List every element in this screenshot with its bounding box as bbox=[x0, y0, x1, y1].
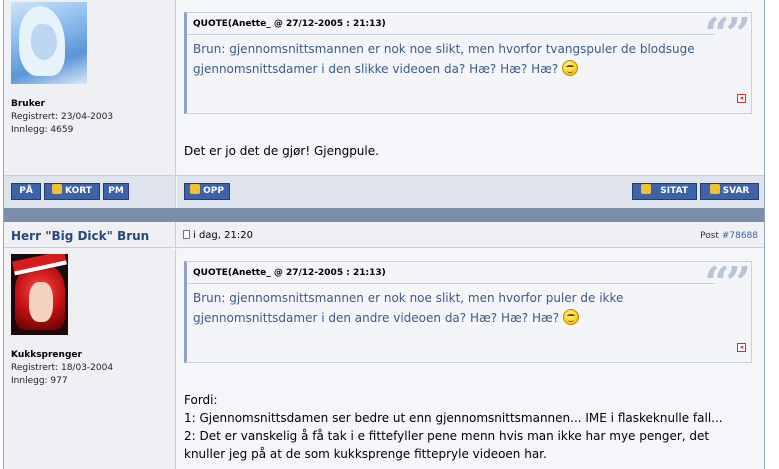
user-registered: Registrert: 18/03-2004 bbox=[11, 363, 114, 373]
on-button[interactable]: PÅ bbox=[11, 183, 41, 200]
post-2-header: Herr "Big Dick" Brun i dag, 21:20 Post #… bbox=[4, 222, 764, 248]
quote-text: Brun: gjennomsnittsmannen er nok noe sli… bbox=[193, 291, 624, 325]
post-2-user-panel: Kukksprenger Registrert: 18/03-2004 Innl… bbox=[4, 249, 176, 469]
quote-button[interactable]: SITAT bbox=[632, 183, 697, 200]
post-2-body: QUOTE(Anette_ @ 27/12-2005 : 21:13) “” B… bbox=[177, 249, 764, 469]
up-button[interactable]: OPP bbox=[184, 183, 230, 200]
post-separator bbox=[4, 208, 764, 222]
quote-box: QUOTE(Anette_ @ 27/12-2005 : 21:13) “” B… bbox=[184, 261, 752, 363]
user-rank: Bruker bbox=[11, 99, 45, 109]
post-action-bar: PÅ KORT PM OPP SITAT SVAR bbox=[4, 175, 764, 208]
quote-toggle-icon[interactable]: ◂ bbox=[737, 343, 746, 352]
user-registered: Registrert: 23/04-2003 bbox=[11, 112, 114, 122]
smiley-icon bbox=[562, 60, 579, 76]
post-1: Bruker Registrert: 23/04-2003 Innlegg: 4… bbox=[4, 0, 764, 175]
quote-icon bbox=[709, 184, 720, 194]
avatar bbox=[11, 2, 87, 84]
avatar bbox=[11, 254, 68, 335]
user-icon bbox=[52, 184, 63, 194]
quote-header: QUOTE(Anette_ @ 27/12-2005 : 21:13) bbox=[187, 13, 715, 35]
post-message: Det er jo det de gjør! Gjengpule. bbox=[184, 144, 379, 158]
quote-box: QUOTE(Anette_ @ 27/12-2005 : 21:13) “” B… bbox=[184, 12, 752, 114]
message-line: 2: Det er vanskelig å få tak i e fittefy… bbox=[184, 429, 710, 443]
quote-header: QUOTE(Anette_ @ 27/12-2005 : 21:13) bbox=[187, 262, 715, 284]
quote-marks-icon: “” bbox=[704, 258, 751, 309]
post-1-body: QUOTE(Anette_ @ 27/12-2005 : 21:13) “” B… bbox=[177, 0, 764, 175]
post-author[interactable]: Herr "Big Dick" Brun bbox=[11, 229, 149, 243]
card-button[interactable]: KORT bbox=[44, 183, 100, 200]
plus-icon bbox=[641, 184, 652, 194]
post-message: Fordi: 1: Gjennomsnittsdamen ser bedre u… bbox=[184, 391, 723, 463]
user-rank: Kukksprenger bbox=[11, 350, 82, 360]
post-date: i dag, 21:20 bbox=[183, 230, 253, 241]
message-line: 1: Gjennomsnittsdamen ser bedre ut enn g… bbox=[184, 411, 723, 425]
message-line: knuller jeg på at de som kukksprenge fit… bbox=[184, 447, 547, 461]
message-line: Fordi: bbox=[184, 393, 218, 407]
post-number: Post #78688 bbox=[700, 231, 758, 241]
arrow-up-icon bbox=[190, 184, 201, 194]
reply-button[interactable]: SVAR bbox=[700, 183, 759, 200]
pm-button[interactable]: PM bbox=[103, 183, 129, 200]
forum-thread: Bruker Registrert: 23/04-2003 Innlegg: 4… bbox=[3, 0, 765, 469]
post-2: Kukksprenger Registrert: 18/03-2004 Innl… bbox=[4, 249, 764, 469]
post-number-link[interactable]: #78688 bbox=[722, 231, 758, 241]
user-post-count: Innlegg: 4659 bbox=[11, 125, 74, 135]
smiley-icon bbox=[562, 309, 579, 325]
quote-text: Brun: gjennomsnittsmannen er nok noe sli… bbox=[193, 42, 695, 76]
user-post-count: Innlegg: 977 bbox=[11, 376, 68, 386]
post-1-user-panel: Bruker Registrert: 23/04-2003 Innlegg: 4… bbox=[4, 0, 176, 175]
quote-marks-icon: “” bbox=[704, 9, 751, 60]
document-icon bbox=[183, 230, 190, 239]
quote-toggle-icon[interactable]: ◂ bbox=[737, 94, 746, 103]
